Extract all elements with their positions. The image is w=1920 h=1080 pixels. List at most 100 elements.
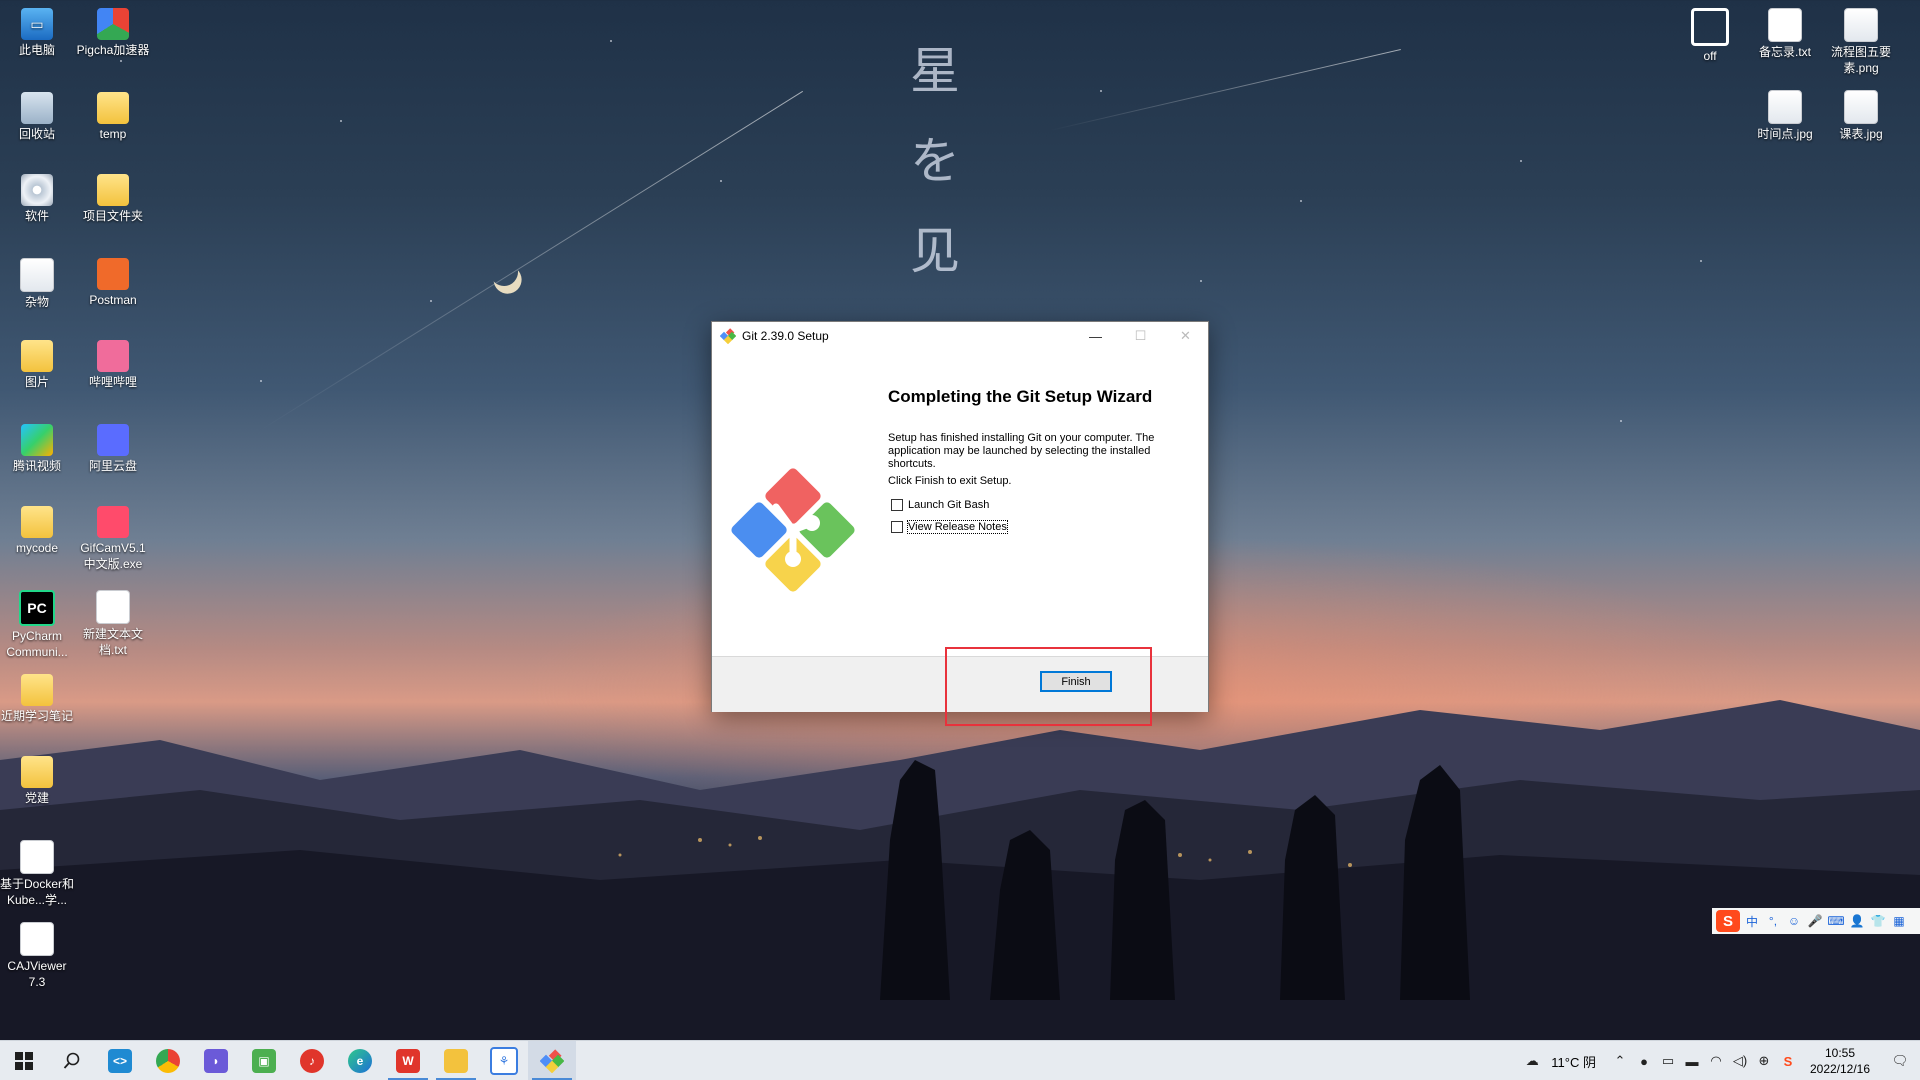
desktop-icon-new-text-file[interactable]: 新建文本文档.txt [76, 590, 150, 658]
tray-app-icon[interactable]: ▭ [1656, 1041, 1680, 1080]
dvd-drive-icon [21, 174, 53, 206]
checkbox-box[interactable] [891, 521, 903, 533]
desktop-icon-timepoint[interactable]: 时间点.jpg [1748, 90, 1822, 142]
checkbox-label: View Release Notes [907, 520, 1008, 534]
desktop-icon-label: off [1703, 49, 1717, 63]
git-logo-icon [731, 468, 855, 592]
dialog-titlebar[interactable]: Git 2.39.0 Setup — ☐ ✕ [712, 322, 1208, 350]
document-icon [20, 922, 54, 956]
cloud-icon: ☁ [1525, 1053, 1539, 1068]
pycharm-icon: PC [19, 590, 55, 626]
taskbar-app-file-explorer[interactable] [432, 1041, 480, 1080]
text-file-icon [96, 590, 130, 624]
wifi-icon[interactable]: ◠ [1704, 1041, 1728, 1080]
ime-skin-icon[interactable]: 👕 [1869, 912, 1887, 930]
clock[interactable]: 10:55 2022/12/16 [1800, 1045, 1880, 1077]
desktop-icon-memo[interactable]: 备忘录.txt [1748, 8, 1822, 60]
taskbar-app-git-setup[interactable] [528, 1041, 576, 1080]
system-tray: ☁ 11°C 阴 ⌃ ● ▭ ▬ ◠ ◁) ⊕ S 10:55 2022/12/… [1517, 1041, 1920, 1080]
maximize-button[interactable]: ☐ [1118, 322, 1163, 350]
desktop-icon-gifcam[interactable]: GifCamV5.1中文版.exe [76, 506, 150, 572]
wallpaper-char: 见 [910, 222, 960, 280]
ime-user-icon[interactable]: 👤 [1848, 912, 1866, 930]
desktop-icon-schedule[interactable]: 课表.jpg [1824, 90, 1898, 142]
folder-icon [97, 92, 129, 124]
image-file-icon [1844, 90, 1878, 124]
desktop-icon-cajviewer[interactable]: CAJViewer 7.3 [0, 922, 74, 990]
vscode-icon: <> [108, 1049, 132, 1073]
desktop-icon-pycharm[interactable]: PC PyCharm Communi... [0, 590, 74, 660]
folder-icon [97, 174, 129, 206]
battery-icon[interactable]: ▬ [1680, 1041, 1704, 1080]
desktop-icon-recycle-bin[interactable]: 回收站 [0, 92, 74, 142]
git-icon [720, 328, 736, 344]
dialog-title: Git 2.39.0 Setup [742, 329, 829, 343]
ime-language-toggle[interactable]: 中 [1743, 912, 1761, 930]
windows-icon [15, 1052, 33, 1070]
dialog-paragraph-finished: Setup has finished installing Git on you… [888, 432, 1155, 470]
taskbar: <> ◗ ▣ ♪ e W ⚘ ☁ 11°C 阴 ⌃ ● ▭ ▬ ◠ ◁) ⊕ S… [0, 1040, 1920, 1080]
desktop-icon-pigcha[interactable]: Pigcha加速器 [76, 8, 150, 58]
taskbar-search-button[interactable] [48, 1041, 96, 1080]
chevron-up-icon[interactable]: ⌃ [1608, 1041, 1632, 1080]
taskbar-app-generic[interactable]: ◗ [192, 1041, 240, 1080]
notification-icon[interactable]: 🗨 [1880, 1041, 1920, 1080]
desktop-icon-temp[interactable]: temp [76, 92, 150, 142]
desktop-icon-off[interactable]: off [1673, 8, 1747, 64]
clock-time: 10:55 [1824, 1046, 1856, 1060]
android-icon: ▣ [252, 1049, 276, 1073]
taskbar-app-edge[interactable]: e [336, 1041, 384, 1080]
taskbar-app-vscode[interactable]: <> [96, 1041, 144, 1080]
desktop-icon-label: 哔哩哔哩 [88, 375, 137, 389]
desktop-icon-tencent-video[interactable]: 腾讯视频 [0, 424, 74, 474]
ime-punctuation-icon[interactable]: °, [1764, 912, 1782, 930]
ime-keyboard-icon[interactable]: ⌨ [1827, 912, 1845, 930]
view-release-notes-checkbox[interactable]: View Release Notes [891, 520, 1008, 534]
desktop-icon-mycode[interactable]: mycode [0, 506, 74, 556]
taskbar-app-music[interactable]: ♪ [288, 1041, 336, 1080]
desktop-icon-misc[interactable]: 杂物 [0, 258, 74, 310]
desktop-icon-label: 项目文件夹 [82, 209, 143, 223]
dialog-body: Completing the Git Setup Wizard Setup ha… [712, 351, 1208, 656]
launch-git-bash-checkbox[interactable]: Launch Git Bash [891, 499, 989, 511]
desktop-icon-study-notes[interactable]: 近期学习笔记 [0, 674, 74, 724]
weather-text[interactable]: 11°C 阴 [1547, 1052, 1608, 1071]
start-button[interactable] [0, 1041, 48, 1080]
desktop-icon-project-folder[interactable]: 项目文件夹 [76, 174, 150, 224]
taskbar-app-wps[interactable]: W [384, 1041, 432, 1080]
desktop-icon-flowchart[interactable]: 流程图五要素.png [1824, 8, 1898, 76]
minimize-button[interactable]: — [1073, 322, 1118, 350]
ime-voice-icon[interactable]: 🎤 [1806, 912, 1824, 930]
taskbar-app-android[interactable]: ▣ [240, 1041, 288, 1080]
desktop-icon-label: CAJViewer 7.3 [7, 959, 67, 989]
close-button[interactable]: ✕ [1163, 322, 1208, 350]
desktop-icon-party[interactable]: 党建 [0, 756, 74, 806]
desktop-icon-postman[interactable]: Postman [76, 258, 150, 308]
desktop-icon-docker-doc[interactable]: 基于Docker和Kube...学... [0, 840, 74, 908]
volume-icon[interactable]: ◁) [1728, 1041, 1752, 1080]
image-file-icon [1844, 8, 1878, 42]
qq-icon[interactable]: ● [1632, 1041, 1656, 1080]
desktop-icon-pictures[interactable]: 图片 [0, 340, 74, 390]
taskbar-app-network[interactable]: ⚘ [480, 1041, 528, 1080]
ime-toolbox-icon[interactable]: ▦ [1890, 912, 1908, 930]
document-icon [20, 840, 54, 874]
ime-emoji-icon[interactable]: ☺ [1785, 912, 1803, 930]
wallpaper-char: 星 [910, 42, 960, 100]
checkbox-box[interactable] [891, 499, 903, 511]
desktop-icon-label: mycode [15, 541, 59, 555]
wallpaper-char: を [910, 132, 960, 190]
taskbar-app-chrome[interactable] [144, 1041, 192, 1080]
sogou-tray-icon[interactable]: S [1776, 1041, 1800, 1080]
dialog-heading: Completing the Git Setup Wizard [888, 387, 1153, 406]
desktop-icon-aliyun-drive[interactable]: 阿里云盘 [76, 424, 150, 474]
desktop-icon-bilibili[interactable]: 哔哩哔哩 [76, 340, 150, 390]
desktop-icon-label: 党建 [24, 791, 49, 805]
desktop-icon-this-pc[interactable]: ▭ 此电脑 [0, 8, 74, 58]
folder-icon [21, 506, 53, 538]
pigcha-icon [97, 8, 129, 40]
desktop-icon-software[interactable]: 软件 [0, 174, 74, 224]
sogou-ime-icon[interactable]: S [1716, 910, 1740, 932]
recycle-bin-icon [21, 92, 53, 124]
ime-mode-icon[interactable]: ⊕ [1752, 1041, 1776, 1080]
